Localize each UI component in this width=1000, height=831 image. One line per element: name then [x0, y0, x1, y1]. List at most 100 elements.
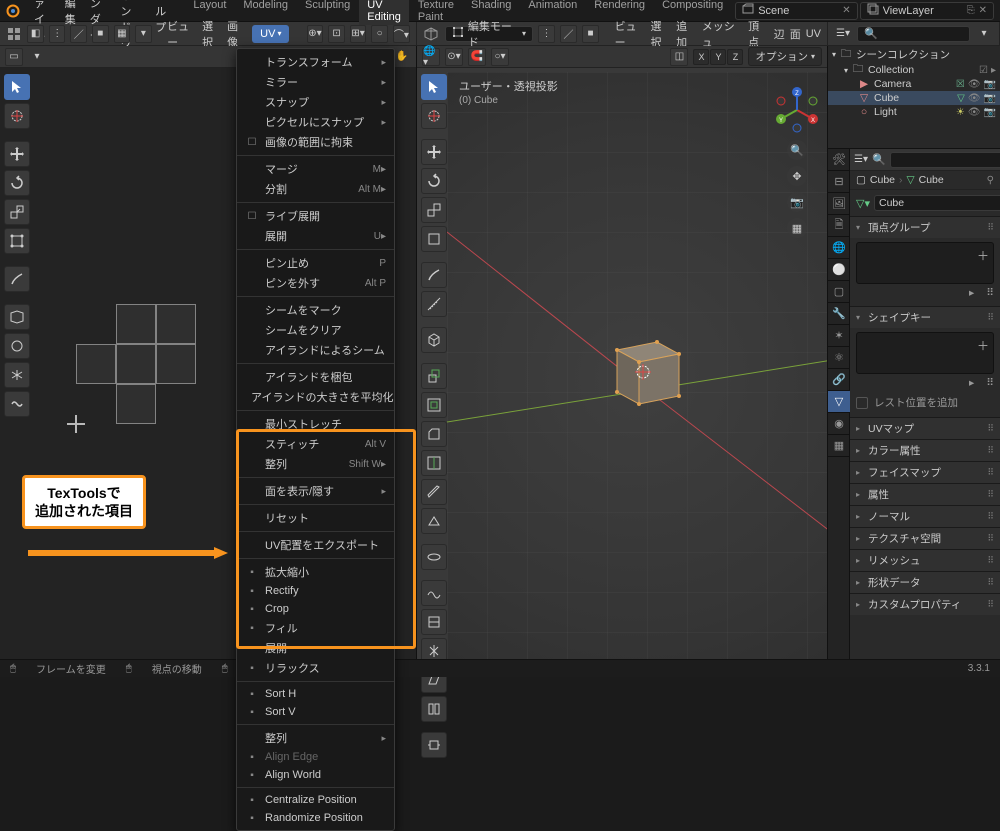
outliner-search[interactable]: 🔍	[857, 26, 970, 42]
menu-item[interactable]: ▪Centralize Position	[237, 791, 394, 809]
v3d-tool-select[interactable]	[421, 74, 447, 100]
mirror-z[interactable]: Z	[727, 49, 743, 65]
panel-header[interactable]: ▾ 頂点グループ ⠿	[850, 217, 1000, 238]
menu-item[interactable]: アイランドを梱包	[237, 367, 394, 387]
tool-move[interactable]	[4, 141, 30, 167]
zoom-icon[interactable]: 🔍	[787, 140, 807, 160]
viewlayer-field[interactable]: ⎘ ✕	[860, 2, 994, 20]
outliner-type-icon[interactable]: ☰▾	[834, 25, 852, 43]
visibility-icon[interactable]: 👁	[968, 79, 981, 90]
panel-header[interactable]: ▸属性⠿	[850, 484, 1000, 505]
v3d-tool-edgeslide[interactable]	[421, 609, 447, 635]
data-name-input[interactable]	[874, 195, 1000, 211]
ptab-constraint[interactable]: 🔗	[828, 369, 850, 391]
menu-item[interactable]: ▪Crop	[237, 600, 394, 618]
menu-item[interactable]: シームをクリア	[237, 320, 394, 340]
menu-item[interactable]: ▪フィル	[237, 618, 394, 638]
crumb-object[interactable]: Cube	[870, 174, 895, 186]
cube-object[interactable]	[605, 332, 690, 412]
panel-header[interactable]: ▸テクスチャ空間⠿	[850, 528, 1000, 549]
menu-item[interactable]: 面を表示/隠す▸	[237, 481, 394, 501]
editor-type-icon[interactable]	[6, 25, 22, 43]
panel-drag-icon[interactable]: ⠿	[987, 489, 994, 500]
panel-header[interactable]: ▸リメッシュ⠿	[850, 550, 1000, 571]
tool-rip[interactable]	[4, 304, 30, 330]
sel-edge-icon[interactable]: ／	[70, 25, 87, 43]
mirror-x[interactable]: X	[693, 49, 709, 65]
panel-drag-icon[interactable]: ⠿	[987, 577, 994, 588]
sel-face-icon[interactable]: ■	[92, 25, 109, 43]
menu-item[interactable]: ▪展開	[237, 638, 394, 658]
menu-item[interactable]: UV配置をエクスポート	[237, 535, 394, 555]
v3d-tool-measure[interactable]	[421, 291, 447, 317]
sel-island-icon[interactable]: ▦	[114, 25, 131, 43]
snap-type-icon[interactable]: ⊞▾	[350, 25, 367, 43]
menu-item[interactable]: ☐画像の範囲に拘束	[237, 132, 394, 152]
options-button[interactable]: オプション ▾	[748, 47, 822, 66]
vertex-group-list[interactable]: ＋	[856, 242, 994, 284]
outliner-item-camera[interactable]: ▶ Camera ☒👁📷	[828, 77, 1000, 91]
pin-icon[interactable]: ⚲	[987, 175, 994, 186]
ptab-object[interactable]: ▢	[828, 281, 850, 303]
menu-item[interactable]: アイランドの大きさを平均化	[237, 387, 394, 407]
tool-grab[interactable]	[4, 333, 30, 359]
tool-rotate[interactable]	[4, 170, 30, 196]
v3d-menu-face[interactable]: 面	[790, 26, 801, 42]
sel-box-mini-icon[interactable]: ▭	[5, 48, 23, 66]
menu-item[interactable]: マージM▸	[237, 159, 394, 179]
tool-cursor[interactable]	[4, 103, 30, 129]
panel-header[interactable]: ▸ノーマル⠿	[850, 506, 1000, 527]
v3d-tool-loopcut[interactable]	[421, 450, 447, 476]
v3d-menu-add[interactable]: 追加	[676, 18, 697, 50]
panel-header[interactable]: ▸カスタムプロパティ⠿	[850, 594, 1000, 615]
v3d-tool-addcube[interactable]	[421, 327, 447, 353]
render-toggle-icon[interactable]: ▸	[991, 65, 996, 76]
panel-header[interactable]: ▾ シェイプキー ⠿	[850, 307, 1000, 328]
ptab-world[interactable]: ⚪	[828, 259, 850, 281]
v3d-editor-type-icon[interactable]	[423, 25, 440, 43]
sticky-icon[interactable]: ▾	[135, 25, 152, 43]
viewlayer-input[interactable]	[883, 5, 963, 17]
mirror-y[interactable]: Y	[710, 49, 726, 65]
props-search-input[interactable]	[890, 152, 1000, 168]
ptab-modifier[interactable]: 🔧	[828, 303, 850, 325]
v3d-tool-knife[interactable]	[421, 479, 447, 505]
panel-header[interactable]: ▸形状データ⠿	[850, 572, 1000, 593]
nav-gizmo[interactable]: X Y Z	[773, 86, 821, 134]
pivot-3d-icon[interactable]: ⊙▾	[445, 48, 463, 66]
ptab-physics[interactable]: ⚛	[828, 347, 850, 369]
panel-header[interactable]: ▸UVマップ⠿	[850, 418, 1000, 439]
filter-icon[interactable]: ▾	[975, 25, 993, 43]
v3d-tool-region[interactable]	[421, 732, 447, 758]
add-icon[interactable]: ＋	[977, 247, 989, 264]
snap-3d-icon[interactable]: 🧲	[468, 48, 486, 66]
panel-drag-icon[interactable]: ⠿	[987, 423, 994, 434]
persp-ortho-icon[interactable]: ▦	[787, 218, 807, 238]
proportional-3d-icon[interactable]: ○▾	[491, 48, 509, 66]
panel-header[interactable]: ▸フェイスマップ⠿	[850, 462, 1000, 483]
v3d-tool-polybuild[interactable]	[421, 508, 447, 534]
visibility-icon[interactable]: 👁	[968, 93, 981, 104]
v3d-menu-vert[interactable]: 頂点	[748, 18, 769, 50]
menu-item[interactable]: ピンを外すAlt P	[237, 273, 394, 293]
v3d-tool-cursor[interactable]	[421, 103, 447, 129]
orientation-icon[interactable]: 🌐▾	[422, 48, 440, 66]
uv-menu-view[interactable]: ビュー	[167, 18, 197, 50]
menu-item[interactable]: リセット	[237, 508, 394, 528]
v3d-tool-spin[interactable]	[421, 544, 447, 570]
v3d-tool-rip[interactable]	[421, 696, 447, 722]
props-type-icon[interactable]: ☰▾	[854, 151, 868, 169]
menu-item[interactable]: ▪拡大縮小	[237, 562, 394, 582]
menu-render[interactable]: レンダー	[84, 1, 113, 21]
menu-item[interactable]: 整列Shift W▸	[237, 454, 394, 474]
close-icon[interactable]: ✕	[979, 5, 987, 16]
selmode-face-icon[interactable]: ■	[582, 25, 599, 43]
menu-item[interactable]: ▪Sort V	[237, 703, 394, 721]
selmode-vert-icon[interactable]: ⋮	[538, 25, 555, 43]
visibility-icon[interactable]: 👁	[968, 107, 981, 118]
disclosure-icon[interactable]: ▾	[832, 50, 836, 59]
pivot-icon[interactable]: ⊕▾	[307, 25, 324, 43]
selmode-edge-icon[interactable]: ／	[560, 25, 577, 43]
snap-icon[interactable]: ⊡	[328, 25, 345, 43]
menu-item[interactable]: スナップ▸	[237, 92, 394, 112]
